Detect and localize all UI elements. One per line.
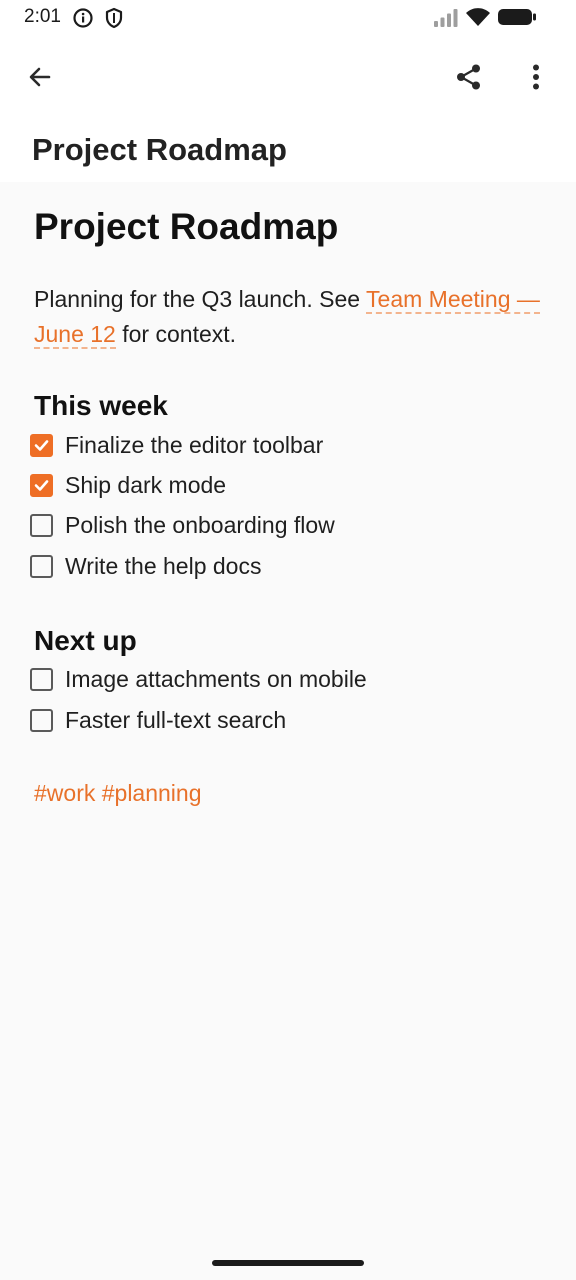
status-bar: 2:01 (0, 0, 576, 36)
home-indicator[interactable] (212, 1260, 364, 1266)
back-button[interactable] (16, 55, 64, 103)
task-label: Image attachments on mobile (65, 665, 367, 692)
battery-icon (497, 8, 537, 31)
shield-icon (104, 7, 124, 34)
check-icon (34, 479, 49, 491)
share-button[interactable] (445, 55, 493, 103)
task-label: Polish the onboarding flow (65, 511, 335, 538)
screen: 2:01 Project Roadmap Project Roadmap Pla… (0, 0, 576, 1280)
task-item[interactable]: Polish the onboarding flow (30, 508, 335, 542)
note-heading: Project Roadmap (34, 206, 339, 247)
more-options-button[interactable] (512, 55, 560, 103)
task-label: Faster full-text search (65, 706, 287, 733)
app-bar: Project Roadmap (0, 36, 576, 182)
task-item[interactable]: Ship dark mode (30, 468, 226, 502)
app-bar-title: Project Roadmap (32, 132, 287, 167)
signal-icon (433, 8, 459, 33)
status-time: 2:01 (24, 6, 61, 27)
task-label: Ship dark mode (65, 471, 227, 498)
checkbox-unchecked[interactable] (30, 667, 53, 691)
info-icon (72, 7, 94, 34)
checkbox-checked[interactable] (30, 473, 53, 497)
task-item[interactable]: Faster full-text search (30, 703, 286, 737)
checkbox-unchecked[interactable] (30, 554, 53, 578)
section-heading-next-up: Next up (34, 625, 137, 656)
task-item[interactable]: Finalize the editor toolbar (30, 428, 323, 462)
intro-text-after: for context. (115, 321, 237, 347)
section-heading-this-week: This week (34, 390, 168, 421)
task-label: Write the help docs (65, 552, 262, 579)
share-icon (455, 63, 483, 96)
note-intro: Planning for the Q3 launch. See Team Mee… (34, 282, 544, 352)
checkbox-checked[interactable] (30, 433, 53, 457)
checkbox-unchecked[interactable] (30, 708, 53, 732)
task-item[interactable]: Write the help docs (30, 549, 261, 583)
task-item[interactable]: Image attachments on mobile (30, 662, 367, 696)
wifi-icon (465, 7, 491, 32)
intro-text-before: Planning for the Q3 launch. See (34, 286, 367, 312)
more-vert-icon (532, 64, 540, 95)
arrow-left-icon (27, 64, 53, 95)
checkbox-unchecked[interactable] (30, 513, 53, 537)
check-icon (34, 439, 49, 451)
note-tags[interactable]: #work #planning (34, 780, 202, 807)
task-label: Finalize the editor toolbar (65, 431, 324, 458)
note-content[interactable]: Project Roadmap Planning for the Q3 laun… (0, 182, 576, 1242)
